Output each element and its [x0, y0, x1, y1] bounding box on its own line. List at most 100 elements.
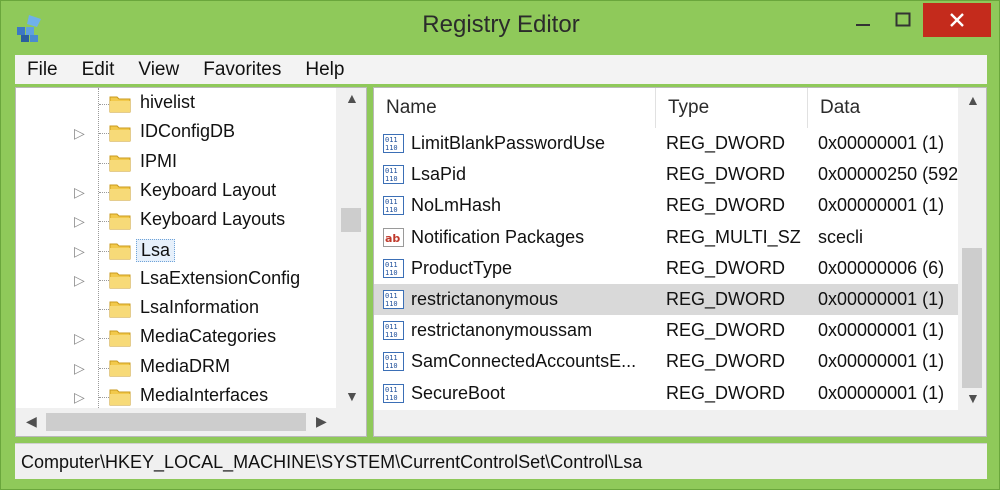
string-value-icon: ab — [383, 227, 404, 247]
values-list: 011 110 LimitBlankPasswordUse REG_DWORD 0x00… — [374, 128, 958, 410]
tree-branch-line — [99, 191, 109, 193]
tree-item-label: Lsa — [136, 238, 176, 262]
expand-arrow-icon[interactable]: ▷ — [74, 330, 85, 347]
tree-item[interactable]: hivelist — [16, 90, 336, 119]
menu-file[interactable]: File — [27, 59, 58, 81]
scroll-down-icon[interactable]: ▼ — [345, 388, 359, 404]
expand-arrow-icon[interactable]: ▷ — [74, 213, 85, 230]
tree-item-label: IPMI — [140, 150, 178, 171]
expand-arrow-icon[interactable]: ▷ — [74, 184, 85, 201]
value-name: NoLmHash — [411, 195, 502, 216]
value-row[interactable]: ab Notification Packages REG_MULTI_SZ scecl… — [374, 222, 958, 253]
value-name: restrictanonymous — [411, 289, 559, 309]
folder-icon — [109, 389, 131, 406]
expand-arrow-icon[interactable]: ▷ — [74, 243, 85, 260]
value-data: 0x00000250 (592) — [818, 164, 958, 185]
value-name: LsaPid — [411, 164, 467, 185]
tree-branch-line — [99, 162, 109, 164]
value-name: restrictanonymoussam — [411, 320, 593, 341]
svg-text:011: 011 — [385, 261, 398, 269]
svg-text:011: 011 — [385, 198, 398, 206]
menu-edit[interactable]: Edit — [82, 59, 115, 81]
tree-item[interactable]: IPMI — [16, 149, 336, 178]
minimize-icon — [856, 24, 870, 26]
maximize-button[interactable] — [886, 5, 920, 35]
key-tree: hivelist ▷ IDConfigDB IPMI ▷ Keyboard Layout ▷… — [16, 88, 336, 408]
tree-item-label: LsaInformation — [140, 297, 260, 318]
expand-arrow-icon[interactable]: ▷ — [74, 360, 85, 377]
menu-bar: File Edit View Favorites Help — [15, 55, 987, 84]
tree-item[interactable]: ▷ MediaDRM — [16, 354, 336, 383]
svg-text:011: 011 — [385, 354, 398, 362]
tree-item-label: LsaExtensionConfig — [140, 267, 301, 288]
value-data: 0x00000001 (1) — [818, 382, 945, 403]
value-row[interactable]: 011 110 LsaPid REG_DWORD 0x00000250 (592) — [374, 159, 958, 190]
tree-item-label: IDConfigDB — [140, 121, 236, 142]
svg-text:110: 110 — [385, 394, 398, 402]
tree-item[interactable]: LsaInformation — [16, 295, 336, 324]
svg-text:011: 011 — [385, 136, 398, 144]
column-name-header[interactable]: Name — [374, 88, 656, 128]
tree-vertical-scroll-thumb[interactable] — [341, 208, 361, 232]
scroll-up-icon[interactable]: ▲ — [966, 92, 980, 108]
tree-item[interactable]: ▷ Keyboard Layout — [16, 178, 336, 207]
value-row[interactable]: 011 110 NoLmHash REG_DWORD 0x00000001 (1) — [374, 190, 958, 221]
binary-value-icon: 011110 — [383, 352, 404, 372]
scroll-down-icon[interactable]: ▼ — [966, 390, 980, 406]
tree-item[interactable]: ▷ IDConfigDB — [16, 119, 336, 148]
folder-icon — [109, 330, 131, 347]
value-name: LimitBlankPasswordUse — [411, 133, 606, 153]
tree-item-label: hivelist — [140, 92, 196, 112]
value-type: REG_DWORD — [666, 351, 786, 372]
menu-favorites[interactable]: Favorites — [203, 59, 281, 81]
tree-item[interactable]: ▷ MediaInterfaces — [16, 383, 336, 408]
folder-icon — [109, 213, 131, 230]
column-type-header[interactable]: Type — [656, 88, 808, 128]
list-vertical-scroll-thumb[interactable] — [962, 248, 982, 388]
value-row[interactable]: 011 110 restrictanonymoussam REG_DWORD 0x000… — [374, 315, 958, 346]
column-data-header[interactable]: Data — [808, 88, 968, 128]
value-row[interactable]: 011 110 restrictanonymous REG_DWORD 0x000000… — [374, 284, 958, 315]
tree-item[interactable]: ▷ MediaCategories — [16, 324, 336, 353]
menu-help[interactable]: Help — [305, 59, 344, 81]
registry-editor-window: Registry Editor File Edit View Favorites… — [0, 0, 1000, 490]
tree-item[interactable]: ▷ Keyboard Layouts — [16, 207, 336, 236]
list-horizontal-scrollbar[interactable] — [374, 410, 986, 436]
menu-view[interactable]: View — [138, 59, 179, 81]
svg-text:011: 011 — [385, 292, 398, 300]
expand-arrow-icon[interactable]: ▷ — [74, 125, 85, 142]
tree-item[interactable]: ▷ LsaExtensionConfig — [16, 266, 336, 295]
tree-horizontal-scrollbar[interactable]: ◀ ▶ — [16, 408, 366, 436]
expand-arrow-icon[interactable]: ▷ — [74, 389, 85, 406]
value-type: REG_DWORD — [666, 382, 786, 403]
value-type: REG_DWORD — [666, 133, 786, 153]
binary-value-icon: 011110 — [383, 290, 404, 309]
close-button[interactable] — [923, 3, 991, 37]
scroll-right-icon[interactable]: ▶ — [316, 413, 327, 430]
scroll-up-icon[interactable]: ▲ — [345, 90, 359, 106]
svg-text:011: 011 — [385, 323, 398, 331]
value-row[interactable]: 011 110 SamConnectedAccountsE... REG_DWORD 0… — [374, 346, 958, 377]
close-icon — [950, 13, 964, 27]
scroll-left-icon[interactable]: ◀ — [26, 413, 37, 430]
tree-vertical-scrollbar[interactable]: ▲ ▼ — [336, 88, 366, 408]
tree-horizontal-scroll-thumb[interactable] — [46, 413, 306, 431]
value-data: 0x00000001 (1) — [818, 351, 945, 372]
status-bar: Computer\HKEY_LOCAL_MACHINE\SYSTEM\Curre… — [15, 443, 987, 479]
expand-arrow-icon[interactable]: ▷ — [74, 272, 85, 289]
value-row[interactable]: 011 110 ProductType REG_DWORD 0x00000006 (6) — [374, 253, 958, 284]
tree-branch-line — [99, 338, 109, 340]
value-row[interactable]: 011 110 LimitBlankPasswordUse REG_DWORD 0x00… — [374, 128, 958, 159]
minimize-button[interactable] — [846, 5, 880, 35]
value-data: 0x00000001 (1) — [818, 289, 945, 309]
title-bar[interactable]: Registry Editor — [1, 1, 1000, 55]
list-vertical-scrollbar[interactable]: ▲ ▼ — [958, 88, 986, 410]
value-row[interactable]: 011 110 SecureBoot REG_DWORD 0x00000001 (1) — [374, 378, 958, 409]
value-data: 0x00000001 (1) — [818, 320, 945, 341]
tree-branch-line — [99, 397, 109, 398]
tree-branch-line — [99, 133, 109, 135]
folder-icon — [109, 360, 131, 377]
status-key-path: Computer\HKEY_LOCAL_MACHINE\SYSTEM\Curre… — [21, 452, 643, 472]
tree-item[interactable]: ▷ Lsa — [16, 237, 336, 266]
tree-branch-line — [99, 279, 109, 281]
